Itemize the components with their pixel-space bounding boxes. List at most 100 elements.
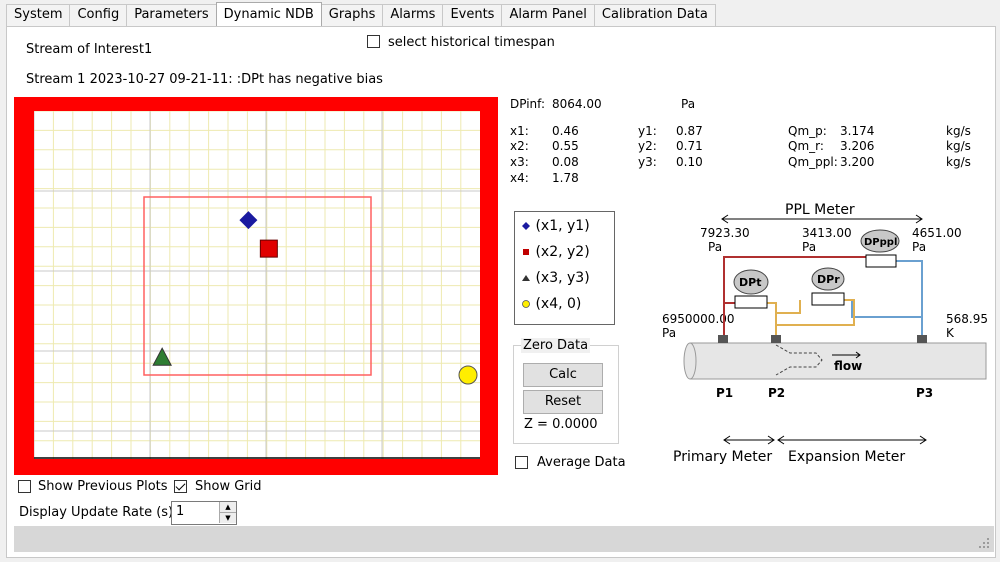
show-previous-plots-label: Show Previous Plots — [38, 479, 168, 494]
average-data-checkbox[interactable] — [515, 456, 528, 469]
zero-data-title: Zero Data — [521, 338, 591, 353]
plot-svg — [33, 110, 480, 459]
y3-label: y3: — [638, 155, 657, 169]
legend-label-x2: (x2, y2) — [535, 244, 590, 260]
chevron-up-icon[interactable]: ▲ — [219, 502, 236, 513]
tab-alarms[interactable]: Alarms — [382, 4, 444, 26]
tab-alarm-panel[interactable]: Alarm Panel — [501, 4, 595, 26]
x2-label: x2: — [510, 139, 529, 153]
reset-button[interactable]: Reset — [523, 390, 603, 414]
dpr-transmitter — [811, 292, 845, 306]
qm-ppl-unit: kg/s — [946, 155, 971, 169]
x3-label: x3: — [510, 155, 529, 169]
historical-timespan-checkbox[interactable] — [367, 35, 380, 48]
legend-item-x1: (x1, y1) — [521, 218, 590, 234]
triangle-icon — [522, 275, 530, 281]
chevron-down-icon[interactable]: ▼ — [219, 513, 236, 523]
tab-bar: System Config Parameters Dynamic NDB Graphs A… — [6, 2, 716, 26]
y2-value: 0.71 — [676, 139, 703, 153]
dpinf-unit: Pa — [681, 97, 696, 111]
tap-p3 — [917, 335, 927, 343]
tap-p1 — [718, 335, 728, 343]
pressure-mid: 3413.00 — [802, 226, 852, 240]
inlet-pressure-unit: Pa — [662, 326, 676, 340]
tubing-yellow-link — [776, 300, 801, 314]
calc-button[interactable]: Calc — [523, 363, 603, 387]
dpppl-label: DPppl — [864, 237, 897, 248]
tubing-blue — [896, 260, 923, 335]
legend-item-x4: (x4, 0) — [521, 296, 581, 312]
primary-meter-label: Primary Meter — [673, 449, 772, 465]
tab-system[interactable]: System — [6, 4, 71, 26]
show-previous-plots-checkbox[interactable] — [18, 480, 31, 493]
ppl-meter-label: PPL Meter — [785, 202, 855, 218]
dpinf-label: DPinf: — [510, 97, 545, 111]
z-value: Z = 0.0000 — [524, 417, 598, 432]
y2-label: y2: — [638, 139, 657, 153]
tab-events[interactable]: Events — [442, 4, 503, 26]
circle-icon — [522, 300, 530, 308]
x3-value: 0.08 — [552, 155, 579, 169]
pressure-left-unit: Pa — [708, 240, 722, 254]
tab-parameters[interactable]: Parameters — [126, 4, 217, 26]
legend-item-x2: (x2, y2) — [521, 244, 590, 260]
expansion-meter-label: Expansion Meter — [788, 449, 905, 465]
x2-value: 0.55 — [552, 139, 579, 153]
x1-value: 0.46 — [552, 124, 579, 138]
tab-graphs[interactable]: Graphs — [320, 4, 384, 26]
legend-label-x3: (x3, y3) — [535, 270, 590, 286]
dpppl-transmitter — [865, 254, 897, 268]
tab-calibration-data[interactable]: Calibration Data — [593, 4, 716, 26]
dpr-label: DPr — [817, 273, 840, 286]
dpinf-value: 8064.00 — [552, 97, 602, 111]
display-update-rate-value: 1 — [176, 504, 185, 519]
legend-label-x4: (x4, 0) — [535, 296, 582, 312]
temperature-unit: K — [946, 326, 955, 340]
y1-value: 0.87 — [676, 124, 703, 138]
qm-ppl-label: Qm_ppl: — [788, 155, 838, 169]
qm-r-value: 3.206 — [840, 139, 875, 153]
pressure-right-unit: Pa — [912, 240, 926, 254]
y3-value: 0.10 — [676, 155, 703, 169]
qm-p-unit: kg/s — [946, 124, 971, 138]
flow-label: flow — [834, 359, 862, 373]
p1-label: P1 — [716, 386, 733, 400]
tab-config[interactable]: Config — [69, 4, 128, 26]
stream-of-interest-value: 1 — [144, 42, 153, 57]
diamond-icon — [522, 222, 530, 230]
p2-label: P2 — [768, 386, 785, 400]
qm-ppl-value: 3.200 — [840, 155, 875, 169]
square-icon — [523, 249, 529, 255]
average-data-label: Average Data — [537, 455, 626, 470]
point-x2-y2 — [259, 239, 278, 258]
resize-grip-icon[interactable] — [978, 537, 990, 549]
x4-value: 1.78 — [552, 171, 579, 185]
display-update-rate-stepper[interactable]: 1 ▲ ▼ — [171, 501, 237, 525]
pressure-mid-unit: Pa — [802, 240, 816, 254]
tubing-blue-branch — [851, 300, 922, 318]
dpt-label: DPt — [739, 276, 761, 289]
legend-item-x3: (x3, y3) — [521, 270, 590, 286]
historical-timespan-label: select historical timespan — [388, 35, 555, 50]
stream-of-interest-label: Stream of Interest — [26, 42, 144, 57]
display-update-rate-label: Display Update Rate (s) — [19, 505, 174, 520]
temperature-value: 568.95 — [946, 312, 988, 326]
plot-area — [33, 110, 480, 459]
show-grid-label: Show Grid — [195, 479, 262, 494]
status-bar — [14, 526, 994, 552]
tab-dynamic-ndb[interactable]: Dynamic NDB — [215, 2, 322, 26]
ndb-plot — [14, 97, 498, 475]
qm-p-value: 3.174 — [840, 124, 875, 138]
point-x1-y1 — [239, 211, 258, 230]
point-x4-0 — [458, 365, 478, 385]
y1-label: y1: — [638, 124, 657, 138]
x4-label: x4: — [510, 171, 529, 185]
plot-legend: (x1, y1) (x2, y2) (x3, y3) (x4, 0) — [514, 211, 615, 325]
dpt-transmitter — [734, 295, 768, 309]
tubing-yellow — [767, 302, 777, 335]
show-grid-checkbox[interactable] — [174, 480, 187, 493]
p3-label: P3 — [916, 386, 933, 400]
legend-label-x1: (x1, y1) — [535, 218, 590, 234]
pressure-left: 7923.30 — [700, 226, 750, 240]
qm-r-unit: kg/s — [946, 139, 971, 153]
